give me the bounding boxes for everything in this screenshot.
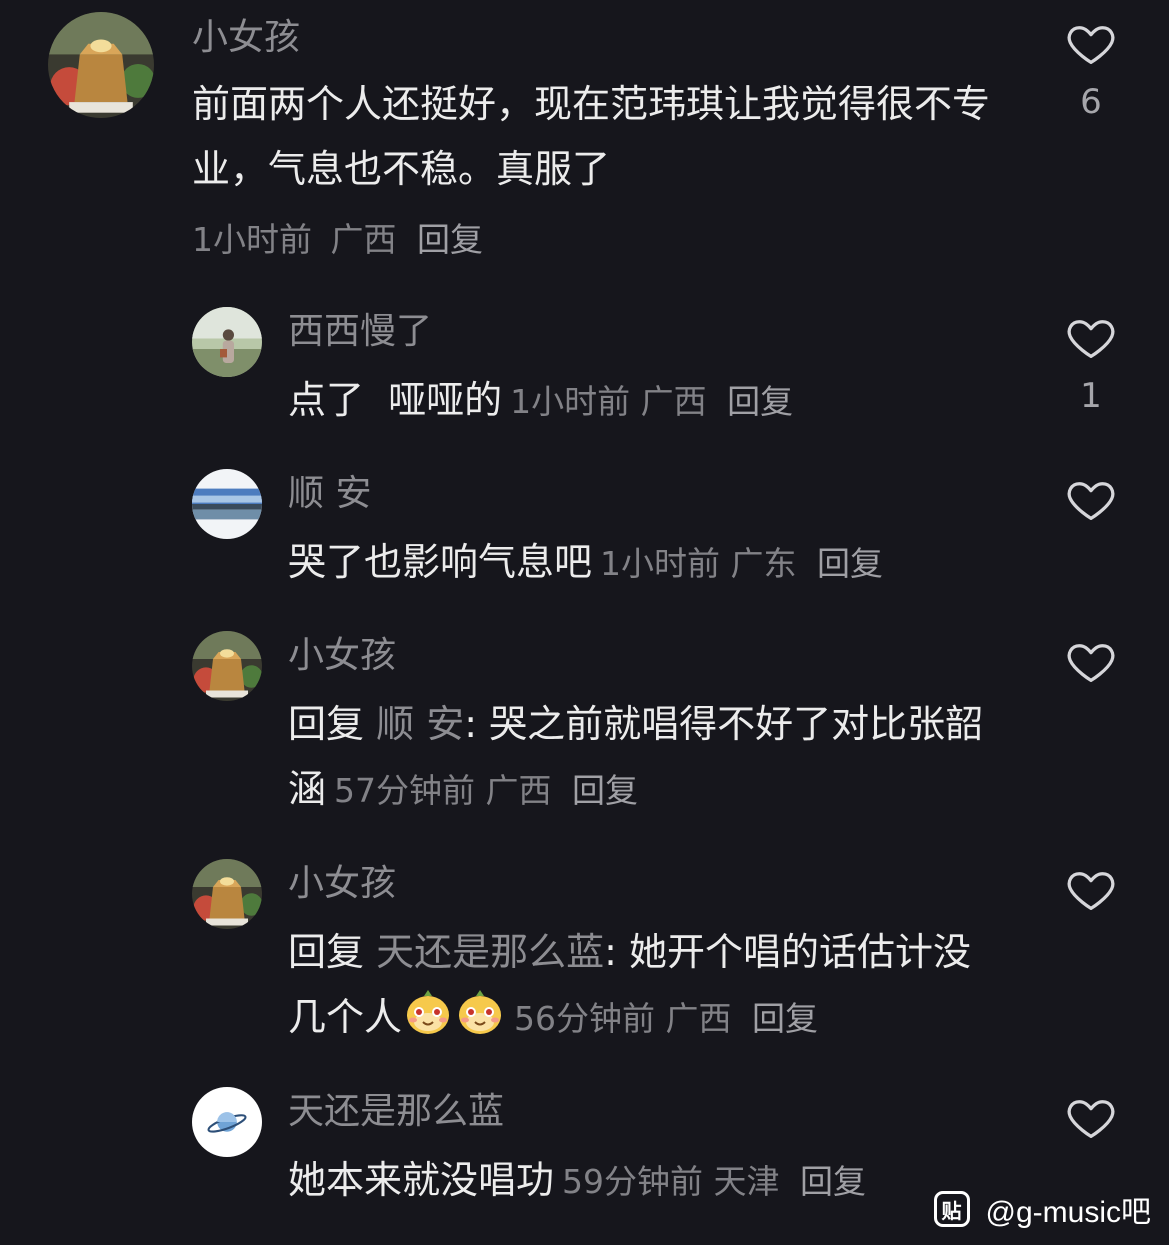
comment-body: 哭了也影响气息吧 xyxy=(288,540,593,584)
comment-username[interactable]: 小女孩 xyxy=(192,16,300,60)
tieba-badge-icon: 贴 xyxy=(933,1191,970,1227)
comment-meta: 59分钟前 天津 回复 xyxy=(562,1162,866,1201)
reply-button[interactable]: 回复 xyxy=(417,220,483,259)
reply-button[interactable]: 回复 xyxy=(817,544,883,583)
comment-meta: 1小时前 广西 回复 xyxy=(192,218,483,262)
smug-face-emoji xyxy=(456,988,504,1036)
cake-box-avatar[interactable] xyxy=(48,12,154,118)
like-button[interactable] xyxy=(1060,636,1122,688)
watermark-text: @g-music吧 xyxy=(985,1196,1151,1229)
comment-text: 点了 哑哑的 1小时前 广西 回复 xyxy=(288,368,1108,434)
reply-colon: : xyxy=(604,930,630,974)
reply-button[interactable]: 回复 xyxy=(752,999,818,1038)
comment-time: 1小时前 xyxy=(600,544,721,583)
watermark: 贴 @g-music吧 xyxy=(933,1187,1151,1231)
like-button[interactable] xyxy=(1060,474,1122,526)
comment-location: 广西 xyxy=(665,999,732,1038)
person-photo-avatar[interactable] xyxy=(192,307,262,377)
reply-colon: : xyxy=(464,702,490,746)
like-count: 1 xyxy=(1080,376,1102,416)
reply-prefix: 回复 xyxy=(288,702,365,746)
comment-location: 广西 xyxy=(640,382,707,421)
reply-prefix: 回复 xyxy=(288,930,365,974)
heart-icon xyxy=(1065,1092,1117,1144)
cake-box-avatar[interactable] xyxy=(192,631,262,701)
comment-body: 她本来就没唱功 xyxy=(288,1158,555,1202)
comment-username[interactable]: 天还是那么蓝 xyxy=(288,1090,504,1134)
comment-meta: 56分钟前 广西 回复 xyxy=(514,999,818,1038)
sky-lake-avatar[interactable] xyxy=(192,469,262,539)
cake-box-avatar[interactable] xyxy=(192,859,262,929)
comment-time: 1小时前 xyxy=(510,382,631,421)
comment-username[interactable]: 西西慢了 xyxy=(288,310,432,354)
smug-face-emoji xyxy=(404,988,452,1036)
reply-button[interactable]: 回复 xyxy=(572,771,638,810)
comment-location: 广西 xyxy=(485,771,552,810)
like-count: 6 xyxy=(1080,82,1102,122)
comment-location: 广西 xyxy=(330,220,397,259)
comment-meta: 1小时前 广西 回复 xyxy=(510,382,793,421)
comment-time: 56分钟前 xyxy=(514,999,656,1038)
comment-username[interactable]: 小女孩 xyxy=(288,634,396,678)
comment-meta: 1小时前 广东 回复 xyxy=(600,544,883,583)
comment-location: 天津 xyxy=(713,1162,780,1201)
comment-time: 57分钟前 xyxy=(334,771,476,810)
comment-body: 点了 哑哑的 xyxy=(288,378,503,422)
heart-icon xyxy=(1065,636,1117,688)
reply-button[interactable]: 回复 xyxy=(727,382,793,421)
comment-time: 1小时前 xyxy=(192,220,312,259)
comment-meta: 57分钟前 广西 回复 xyxy=(334,771,638,810)
like-button[interactable] xyxy=(1060,864,1122,916)
comment-body: 前面两个人还挺好，现在范玮琪让我觉得很不专业，气息也不稳。真服了 xyxy=(192,82,991,191)
reply-target-username[interactable]: 顺 安 xyxy=(376,702,464,746)
comment-text: 哭了也影响气息吧 1小时前 广东 回复 xyxy=(288,530,1108,596)
comment-text: 回复 天还是那么蓝: 她开个唱的话估计没几个人 56分钟前 广西 回复 xyxy=(288,920,988,1051)
comment-location: 广东 xyxy=(730,544,797,583)
reply-target-username[interactable]: 天还是那么蓝 xyxy=(376,930,604,974)
reply-button[interactable]: 回复 xyxy=(800,1162,866,1201)
heart-icon xyxy=(1065,18,1117,70)
heart-icon xyxy=(1065,312,1117,364)
comment-text: 回复 顺 安: 哭之前就唱得不好了对比张韶涵 57分钟前 广西 回复 xyxy=(288,692,1008,823)
planet-avatar[interactable] xyxy=(192,1087,262,1157)
like-button[interactable]: 6 xyxy=(1060,18,1122,122)
comment-time: 59分钟前 xyxy=(562,1162,704,1201)
like-button[interactable] xyxy=(1060,1092,1122,1144)
comment-username[interactable]: 顺 安 xyxy=(288,472,371,516)
like-button[interactable]: 1 xyxy=(1060,312,1122,416)
comment-text: 前面两个人还挺好，现在范玮琪让我觉得很不专业，气息也不稳。真服了 xyxy=(192,72,1012,202)
heart-icon xyxy=(1065,474,1117,526)
heart-icon xyxy=(1065,864,1117,916)
comment-username[interactable]: 小女孩 xyxy=(288,862,396,906)
